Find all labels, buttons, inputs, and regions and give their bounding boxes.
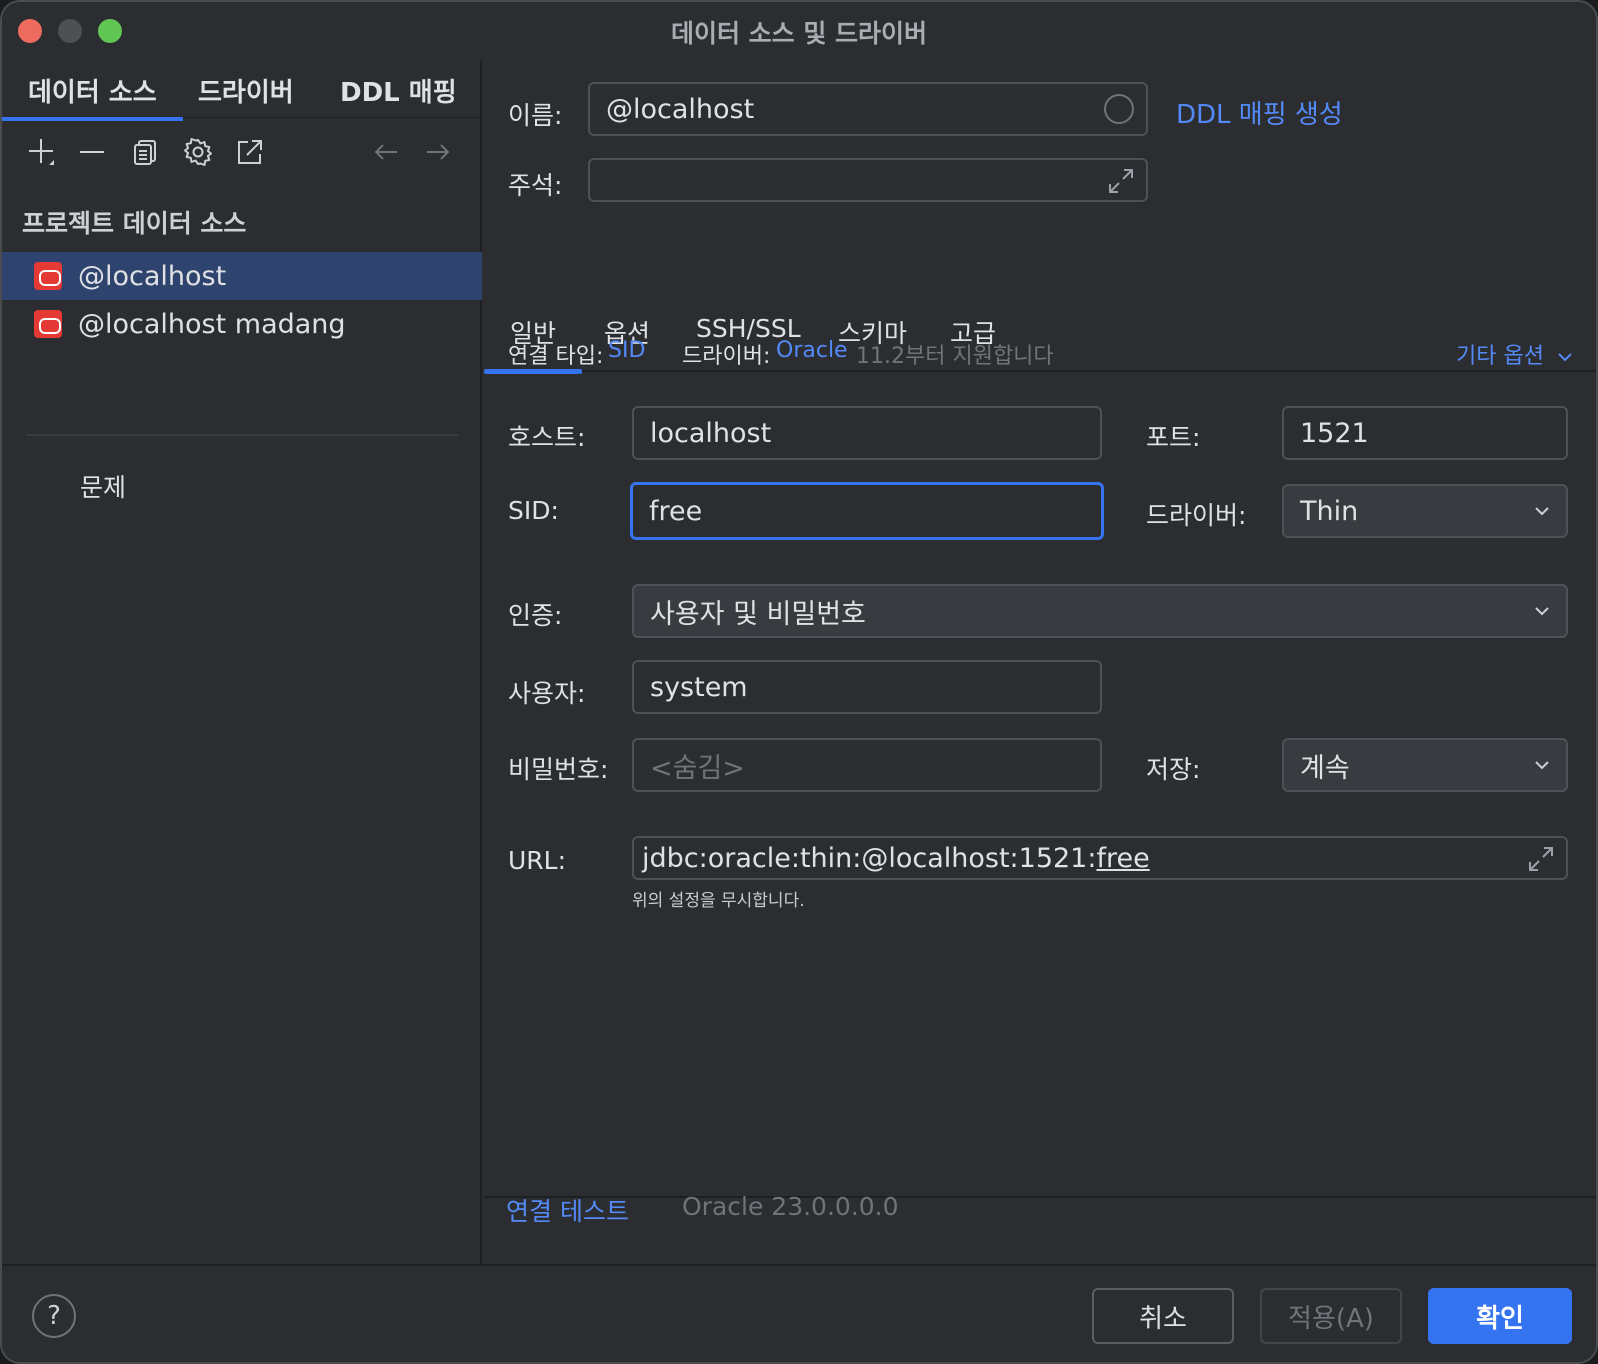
open-external-icon[interactable]: [230, 132, 270, 172]
save-mode-value: 계속: [1300, 752, 1350, 784]
expand-icon: [1109, 169, 1133, 193]
chevron-down-icon: [1558, 353, 1572, 362]
name-value: @localhost: [606, 93, 755, 125]
add-icon[interactable]: [22, 132, 62, 172]
more-options-label: 기타 옵션: [1456, 344, 1544, 369]
url-sid-part: free: [1096, 842, 1150, 874]
problems-item[interactable]: 문제: [80, 468, 126, 504]
driver-info-label: 드라이버:: [682, 344, 771, 369]
driver-type-value: Thin: [1300, 495, 1359, 527]
expand-icon: [1529, 847, 1553, 871]
user-value: system: [650, 671, 748, 703]
chevron-down-icon: [1535, 761, 1549, 770]
name-field[interactable]: @localhost: [588, 82, 1148, 136]
left-tab-bar: 데이터 소스 드라이버 DDL 매핑: [2, 60, 480, 121]
datasource-item-localhost[interactable]: @localhost: [2, 252, 482, 300]
ok-button[interactable]: 확인: [1428, 1288, 1572, 1344]
url-note: 위의 설정을 무시합니다.: [632, 891, 805, 911]
divider: [26, 434, 458, 436]
forward-arrow-icon[interactable]: [418, 132, 458, 172]
comment-label: 주석:: [508, 171, 563, 200]
sid-input[interactable]: free: [630, 482, 1104, 540]
datasource-label: @localhost: [78, 260, 227, 292]
driver-link[interactable]: Oracle: [776, 338, 848, 363]
auth-value: 사용자 및 비밀번호: [650, 598, 866, 630]
tab-drivers[interactable]: 드라이버: [198, 72, 294, 109]
ddl-mapping-create-link[interactable]: DDL 매핑 생성: [1176, 94, 1343, 131]
datasource-toolbar: [2, 132, 480, 172]
color-circle-icon[interactable]: [1104, 94, 1134, 124]
copy-icon[interactable]: [126, 132, 166, 172]
more-options-link[interactable]: 기타 옵션: [1456, 338, 1573, 370]
host-label: 호스트:: [508, 423, 586, 452]
url-prefix: jdbc:oracle:thin:@localhost:1521:: [642, 842, 1097, 874]
port-value: 1521: [1300, 417, 1369, 449]
db-version-text: Oracle 23.0.0.0.0: [682, 1192, 899, 1221]
save-label: 저장:: [1146, 755, 1201, 784]
cancel-button[interactable]: 취소: [1092, 1288, 1234, 1344]
auth-select[interactable]: 사용자 및 비밀번호: [632, 584, 1568, 638]
host-input[interactable]: localhost: [632, 406, 1102, 460]
chevron-down-icon: [1535, 607, 1549, 616]
back-arrow-icon[interactable]: [366, 132, 406, 172]
driver-type-label: 드라이버:: [1146, 501, 1247, 530]
oracle-db-icon: [34, 262, 62, 290]
oracle-db-icon: [34, 310, 62, 338]
url-label: URL:: [508, 846, 567, 875]
divider: [484, 1196, 1596, 1198]
datasource-item-localhost-madang[interactable]: @localhost madang: [2, 300, 482, 348]
comment-field[interactable]: [588, 158, 1148, 202]
user-input[interactable]: system: [632, 660, 1102, 714]
tab-datasources[interactable]: 데이터 소스: [2, 72, 183, 121]
name-label: 이름:: [508, 101, 563, 130]
driver-note: 11.2부터 지원합니다: [856, 344, 1054, 369]
dialog-window: 데이터 소스 및 드라이버 데이터 소스 드라이버 DDL 매핑 프로젝트 데이…: [0, 0, 1598, 1364]
remove-icon[interactable]: [72, 132, 112, 172]
chevron-down-icon: [1535, 507, 1549, 516]
window-title: 데이터 소스 및 드라이버: [670, 19, 928, 48]
apply-button[interactable]: 적용(A): [1260, 1288, 1402, 1344]
sid-label: SID:: [508, 496, 559, 525]
project-datasources-heading: 프로젝트 데이터 소스: [22, 209, 247, 238]
datasource-label: @localhost madang: [78, 308, 346, 340]
connection-type-label: 연결 타입:: [508, 344, 604, 369]
connection-type-link[interactable]: SID: [608, 338, 645, 363]
password-placeholder: <숨김>: [650, 752, 745, 784]
right-panel: 이름: @localhost DDL 매핑 생성 주석: 일반 옵션 SSH/S…: [483, 60, 1596, 1264]
save-mode-select[interactable]: 계속: [1282, 738, 1568, 792]
settings-gear-icon[interactable]: [178, 132, 218, 172]
sid-value: free: [649, 495, 703, 527]
test-connection-link[interactable]: 연결 테스트: [506, 1192, 629, 1228]
driver-type-select[interactable]: Thin: [1282, 484, 1568, 538]
user-label: 사용자:: [508, 679, 586, 708]
port-input[interactable]: 1521: [1282, 406, 1568, 460]
password-input[interactable]: <숨김>: [632, 738, 1102, 792]
tab-ddl-mapping[interactable]: DDL 매핑: [340, 72, 457, 109]
url-input[interactable]: jdbc:oracle:thin:@localhost:1521: free: [632, 836, 1568, 880]
left-panel: 데이터 소스 드라이버 DDL 매핑 프로젝트 데이터 소스 @localhos…: [2, 60, 482, 1264]
help-button[interactable]: ?: [32, 1294, 76, 1338]
port-label: 포트:: [1146, 423, 1201, 452]
auth-label: 인증:: [508, 601, 563, 630]
host-value: localhost: [650, 417, 772, 449]
password-label: 비밀번호:: [508, 755, 609, 784]
dialog-footer: ? 취소 적용(A) 확인: [2, 1264, 1596, 1362]
title-bar: 데이터 소스 및 드라이버: [2, 2, 1596, 60]
